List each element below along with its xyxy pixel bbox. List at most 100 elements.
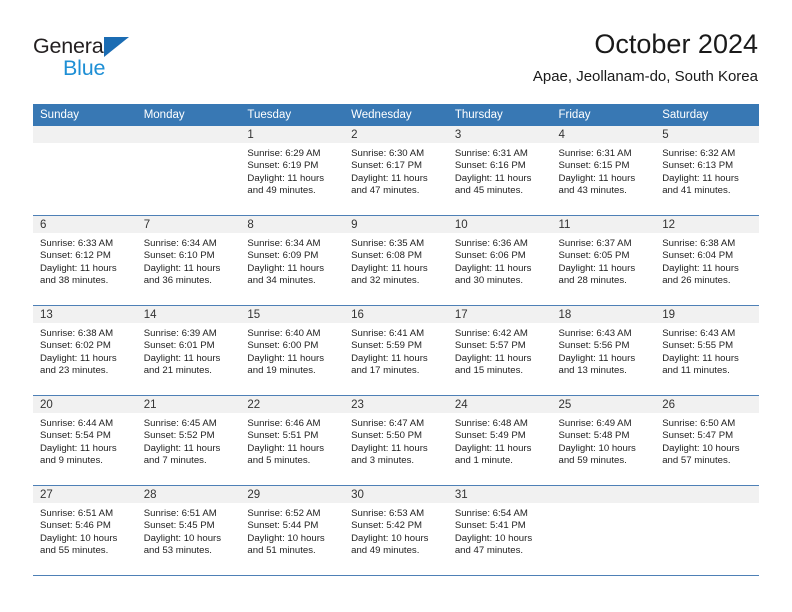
day-number: 7: [136, 216, 241, 233]
daylight-text-line2: and 47 minutes.: [454, 545, 524, 557]
calendar-day-cell[interactable]: [136, 126, 241, 216]
calendar-day-cell[interactable]: 6 Sunrise: 6:33 AM Sunset: 6:12 PM Dayli…: [33, 215, 137, 306]
daylight-text-line2: and 32 minutes.: [351, 275, 420, 287]
day-number: 6: [33, 216, 137, 233]
calendar-day-cell[interactable]: 26 Sunrise: 6:50 AM Sunset: 5:47 PM Dayl…: [655, 395, 759, 486]
sunrise-text: Sunrise: 6:33 AM: [40, 238, 114, 249]
daylight-text-line1: Daylight: 11 hours: [40, 442, 117, 454]
daylight-text-line1: Daylight: 11 hours: [143, 352, 221, 364]
calendar-week-row: 13 Sunrise: 6:38 AM Sunset: 6:02 PM Dayl…: [33, 305, 759, 396]
daylight-text-line1: Daylight: 10 hours: [558, 442, 636, 454]
page-subtitle: Apae, Jeollanam-do, South Korea: [532, 68, 758, 85]
daylight-text-line1: Daylight: 11 hours: [351, 262, 428, 274]
sunrise-text: Sunrise: 6:51 AM: [143, 508, 217, 519]
sunset-text: Sunset: 5:41 PM: [454, 520, 526, 532]
weekday-header-tuesday: Tuesday: [240, 104, 345, 126]
calendar-day-cell[interactable]: 11 Sunrise: 6:37 AM Sunset: 6:05 PM Dayl…: [551, 215, 656, 306]
calendar-day-cell[interactable]: 22 Sunrise: 6:46 AM Sunset: 5:51 PM Dayl…: [240, 395, 345, 486]
sunrise-sunset-calendar: Sunday Monday Tuesday Wednesday Thursday…: [33, 104, 759, 576]
sunrise-text: Sunrise: 6:45 AM: [143, 418, 217, 429]
calendar-day-cell[interactable]: 28 Sunrise: 6:51 AM Sunset: 5:45 PM Dayl…: [136, 485, 241, 576]
day-details: Sunrise: 6:33 AM Sunset: 6:12 PM Dayligh…: [33, 233, 137, 288]
calendar-day-cell[interactable]: 9 Sunrise: 6:35 AM Sunset: 6:08 PM Dayli…: [344, 215, 448, 306]
day-details: Sunrise: 6:39 AM Sunset: 6:01 PM Dayligh…: [137, 323, 241, 378]
calendar-day-cell[interactable]: 2 Sunrise: 6:30 AM Sunset: 6:17 PM Dayli…: [344, 126, 448, 216]
sunset-text: Sunset: 5:50 PM: [351, 430, 423, 442]
sunrise-text: Sunrise: 6:30 AM: [351, 148, 425, 159]
calendar-day-cell[interactable]: 16 Sunrise: 6:41 AM Sunset: 5:59 PM Dayl…: [344, 305, 448, 396]
daylight-text-line2: and 43 minutes.: [558, 185, 627, 197]
sunrise-text: Sunrise: 6:34 AM: [143, 238, 217, 249]
day-details: Sunrise: 6:42 AM Sunset: 5:57 PM Dayligh…: [448, 323, 552, 378]
calendar-day-cell[interactable]: 7 Sunrise: 6:34 AM Sunset: 6:10 PM Dayli…: [136, 215, 241, 306]
day-details: [655, 503, 759, 508]
sunrise-text: Sunrise: 6:44 AM: [40, 418, 114, 429]
calendar-day-cell[interactable]: 24 Sunrise: 6:48 AM Sunset: 5:49 PM Dayl…: [447, 395, 552, 486]
calendar-day-cell[interactable]: 8 Sunrise: 6:34 AM Sunset: 6:09 PM Dayli…: [240, 215, 345, 306]
day-details: Sunrise: 6:36 AM Sunset: 6:06 PM Dayligh…: [448, 233, 552, 288]
calendar-day-cell[interactable]: 1 Sunrise: 6:29 AM Sunset: 6:19 PM Dayli…: [240, 126, 345, 216]
calendar-day-cell[interactable]: 19 Sunrise: 6:43 AM Sunset: 5:55 PM Dayl…: [655, 305, 759, 396]
calendar-day-cell[interactable]: 30 Sunrise: 6:53 AM Sunset: 5:42 PM Dayl…: [344, 485, 448, 576]
daylight-text-line2: and 21 minutes.: [143, 365, 212, 377]
calendar-day-cell[interactable]: [655, 485, 759, 576]
calendar-day-cell[interactable]: 18 Sunrise: 6:43 AM Sunset: 5:56 PM Dayl…: [551, 305, 656, 396]
daylight-text-line1: Daylight: 11 hours: [40, 352, 117, 364]
sunrise-text: Sunrise: 6:32 AM: [662, 148, 736, 159]
day-number: [33, 126, 137, 143]
daylight-text-line2: and 17 minutes.: [351, 365, 420, 377]
day-number: 4: [551, 126, 656, 143]
sunrise-text: Sunrise: 6:38 AM: [662, 238, 736, 249]
daylight-text-line2: and 47 minutes.: [351, 185, 420, 197]
day-details: Sunrise: 6:45 AM Sunset: 5:52 PM Dayligh…: [137, 413, 241, 468]
calendar-day-cell[interactable]: 3 Sunrise: 6:31 AM Sunset: 6:16 PM Dayli…: [447, 126, 552, 216]
daylight-text-line2: and 7 minutes.: [143, 455, 207, 467]
calendar-day-cell[interactable]: 4 Sunrise: 6:31 AM Sunset: 6:15 PM Dayli…: [551, 126, 656, 216]
daylight-text-line1: Daylight: 11 hours: [662, 262, 739, 274]
sunset-text: Sunset: 6:16 PM: [454, 160, 526, 172]
calendar-day-cell[interactable]: 17 Sunrise: 6:42 AM Sunset: 5:57 PM Dayl…: [447, 305, 552, 396]
day-details: Sunrise: 6:29 AM Sunset: 6:19 PM Dayligh…: [240, 143, 344, 198]
day-number: 29: [240, 486, 345, 503]
calendar-day-cell[interactable]: 27 Sunrise: 6:51 AM Sunset: 5:46 PM Dayl…: [33, 485, 137, 576]
sunset-text: Sunset: 6:00 PM: [247, 340, 319, 352]
calendar-day-cell[interactable]: 5 Sunrise: 6:32 AM Sunset: 6:13 PM Dayli…: [655, 126, 759, 216]
calendar-day-cell[interactable]: 13 Sunrise: 6:38 AM Sunset: 6:02 PM Dayl…: [33, 305, 137, 396]
calendar-day-cell[interactable]: 23 Sunrise: 6:47 AM Sunset: 5:50 PM Dayl…: [344, 395, 448, 486]
day-details: Sunrise: 6:50 AM Sunset: 5:47 PM Dayligh…: [655, 413, 759, 468]
daylight-text-line1: Daylight: 11 hours: [247, 262, 325, 274]
calendar-week-row: 6 Sunrise: 6:33 AM Sunset: 6:12 PM Dayli…: [33, 215, 759, 306]
day-details: Sunrise: 6:38 AM Sunset: 6:02 PM Dayligh…: [33, 323, 137, 378]
sunrise-text: Sunrise: 6:52 AM: [247, 508, 321, 519]
sunset-text: Sunset: 5:47 PM: [662, 430, 734, 442]
calendar-day-cell[interactable]: 31 Sunrise: 6:54 AM Sunset: 5:41 PM Dayl…: [447, 485, 552, 576]
day-details: [552, 503, 656, 508]
calendar-day-cell[interactable]: 10 Sunrise: 6:36 AM Sunset: 6:06 PM Dayl…: [447, 215, 552, 306]
day-number: 28: [136, 486, 241, 503]
calendar-day-cell[interactable]: 25 Sunrise: 6:49 AM Sunset: 5:48 PM Dayl…: [551, 395, 656, 486]
calendar-day-cell[interactable]: 15 Sunrise: 6:40 AM Sunset: 6:00 PM Dayl…: [240, 305, 345, 396]
sunrise-text: Sunrise: 6:31 AM: [454, 148, 528, 159]
calendar-day-cell[interactable]: 20 Sunrise: 6:44 AM Sunset: 5:54 PM Dayl…: [33, 395, 137, 486]
calendar-day-cell[interactable]: [33, 126, 137, 216]
sunset-text: Sunset: 6:05 PM: [558, 250, 630, 262]
sunrise-text: Sunrise: 6:47 AM: [351, 418, 425, 429]
day-details: Sunrise: 6:49 AM Sunset: 5:48 PM Dayligh…: [552, 413, 656, 468]
sunrise-text: Sunrise: 6:49 AM: [558, 418, 632, 429]
calendar-day-cell[interactable]: 21 Sunrise: 6:45 AM Sunset: 5:52 PM Dayl…: [136, 395, 241, 486]
daylight-text-line2: and 41 minutes.: [662, 185, 731, 197]
generalblue-logo[interactable]: General Blue: [33, 34, 213, 80]
sunrise-text: Sunrise: 6:34 AM: [247, 238, 321, 249]
calendar-day-cell[interactable]: 12 Sunrise: 6:38 AM Sunset: 6:04 PM Dayl…: [655, 215, 759, 306]
daylight-text-line1: Daylight: 11 hours: [40, 262, 117, 274]
sunset-text: Sunset: 6:10 PM: [143, 250, 215, 262]
calendar-day-cell[interactable]: [551, 485, 656, 576]
sunrise-text: Sunrise: 6:43 AM: [558, 328, 632, 339]
daylight-text-line2: and 57 minutes.: [662, 455, 731, 467]
calendar-day-cell[interactable]: 29 Sunrise: 6:52 AM Sunset: 5:44 PM Dayl…: [240, 485, 345, 576]
calendar-day-cell[interactable]: 14 Sunrise: 6:39 AM Sunset: 6:01 PM Dayl…: [136, 305, 241, 396]
sunset-text: Sunset: 5:46 PM: [40, 520, 111, 532]
day-number: 9: [344, 216, 448, 233]
sunset-text: Sunset: 5:48 PM: [558, 430, 630, 442]
day-number: 19: [655, 306, 759, 323]
